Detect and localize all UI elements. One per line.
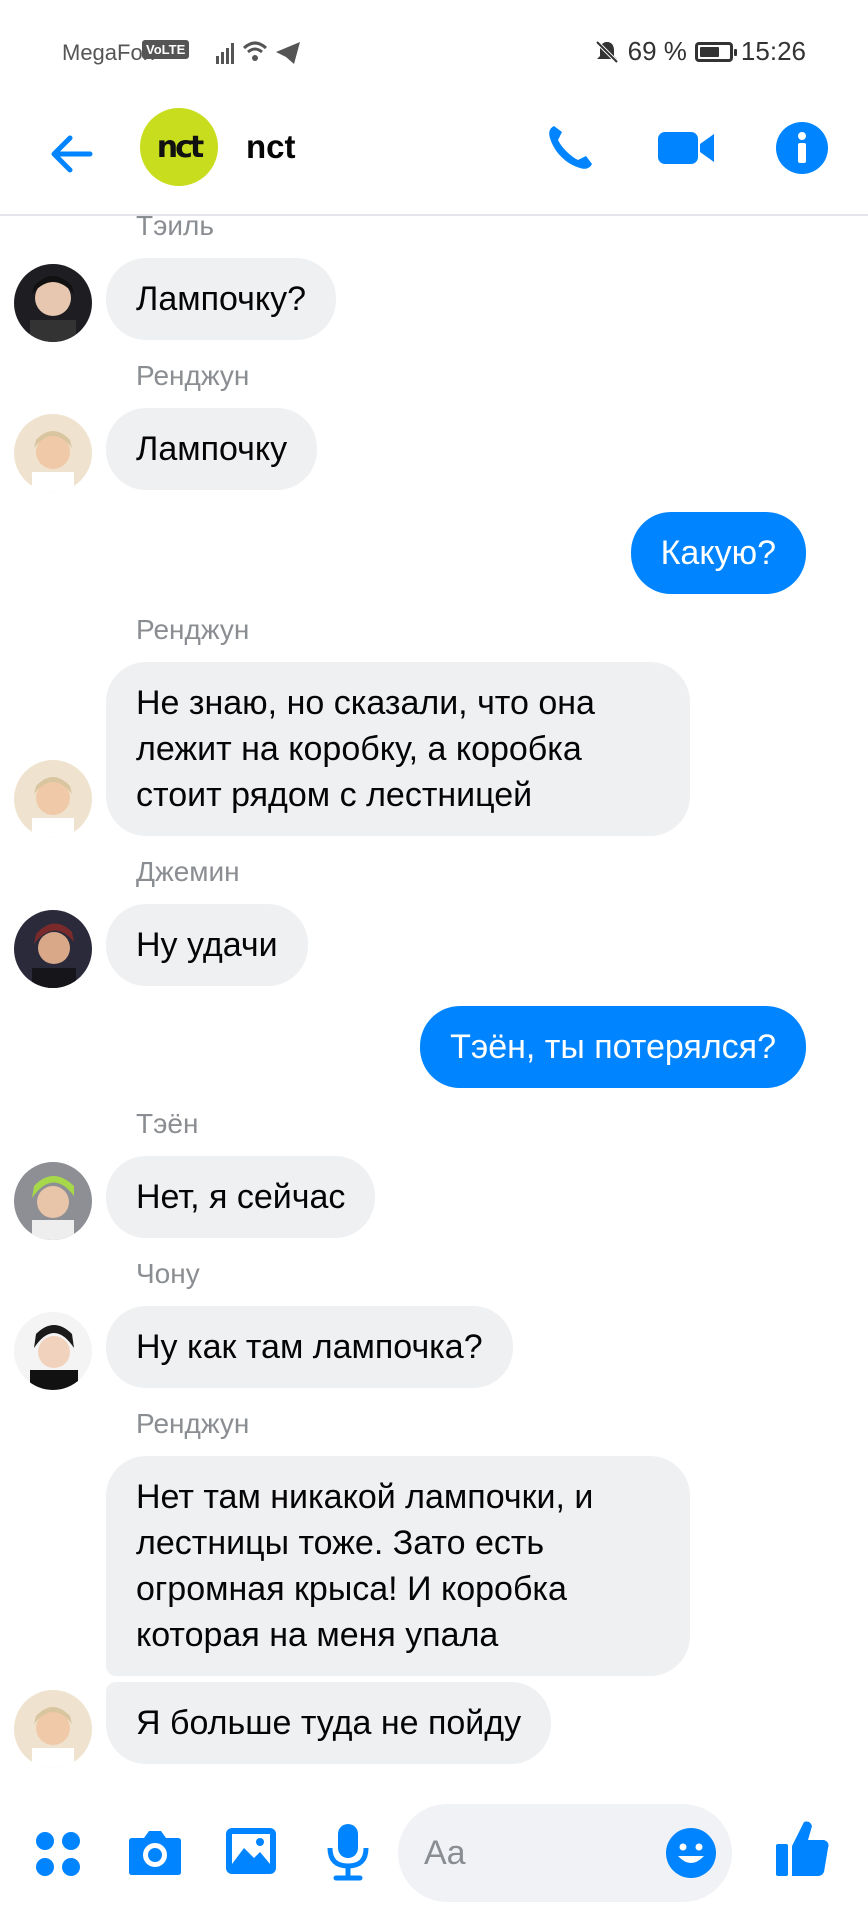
status-bar: MegaFon VoLTE 69 % 15:26 [0,0,868,100]
battery-fill [699,46,720,57]
sender-name: Ренджун [136,614,250,645]
info-icon[interactable] [772,118,832,178]
battery-icon [694,41,737,62]
sender-name: Джемин [136,856,240,887]
message-bubble-incoming[interactable]: Ну удачи [106,904,308,986]
message-bubble-incoming[interactable]: Не знаю, но сказали, что она лежит на ко… [106,662,690,836]
avatar-taeil[interactable] [14,264,92,342]
avatar-jaemin[interactable] [14,910,92,988]
group-avatar-logo: nct [156,129,205,165]
gallery-icon[interactable] [222,1822,280,1880]
message-list[interactable]: Тэиль Лампочку? Ренджун Лампочку Какую? … [0,210,868,1786]
battery-percent: 69 % [627,36,687,66]
sender-name: Ренджун [136,360,250,391]
microphone-icon[interactable] [322,1822,374,1882]
phone-icon[interactable] [540,118,600,178]
signal-wifi-telegram-icons [216,41,300,64]
clock: 15:26 [740,36,806,66]
apps-icon[interactable] [32,1828,84,1880]
message-input-placeholder: Aa [424,1834,466,1872]
conversation-title[interactable]: nct [246,128,296,166]
avatar-renjun[interactable] [14,1690,92,1768]
sender-name: Тэиль [136,210,214,241]
status-right: 69 % 15:26 [594,36,806,67]
sender-name: Тэён [136,1108,199,1139]
message-input[interactable]: Aa [398,1804,732,1902]
avatar-jungwoo[interactable] [14,1312,92,1390]
message-bubble-incoming[interactable]: Лампочку [106,408,318,490]
avatar-renjun[interactable] [14,414,92,492]
camera-icon[interactable] [126,1822,184,1880]
message-bubble-incoming[interactable]: Нет там никакой лампочки, и лестницы тож… [106,1456,690,1676]
back-arrow-icon[interactable] [46,128,98,180]
avatar-renjun[interactable] [14,760,92,838]
message-bubble-outgoing[interactable]: Тэён, ты потерялся? [420,1006,806,1088]
emoji-icon[interactable] [664,1826,718,1880]
thumbs-up-icon[interactable] [772,1816,832,1880]
message-bubble-incoming[interactable]: Я больше туда не пойду [106,1682,552,1764]
video-camera-icon[interactable] [654,118,718,178]
message-bubble-incoming[interactable]: Ну как там лампочка? [106,1306,513,1388]
group-avatar[interactable]: nct [140,108,218,186]
message-composer: Aa [0,1786,868,1920]
message-bubble-outgoing[interactable]: Какую? [630,512,806,594]
avatar-taeyong[interactable] [14,1162,92,1240]
message-bubble-incoming[interactable]: Лампочку? [106,258,337,340]
sender-name: Чону [136,1258,200,1289]
muted-bell-icon [595,40,619,63]
chat-header: nct nct [0,100,868,216]
message-bubble-incoming[interactable]: Нет, я сейчас [106,1156,376,1238]
sender-name: Ренджун [136,1408,250,1439]
carrier-name: MegaFon [62,40,155,65]
volte-badge: VoLTE [142,40,190,59]
